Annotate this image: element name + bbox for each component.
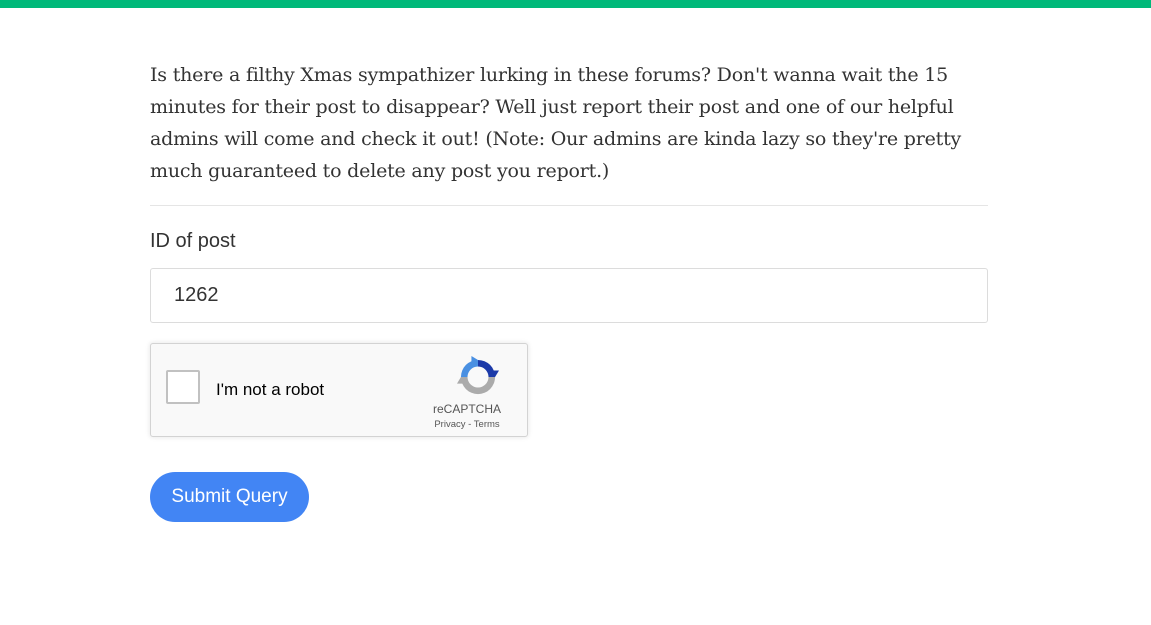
recaptcha-brand: reCAPTCHA [432, 402, 501, 416]
post-id-label: ID of post [150, 230, 236, 252]
intro-text: Is there a filthy Xmas sympathizer lurki… [150, 64, 962, 182]
recaptcha-terms-link[interactable]: Terms [474, 419, 500, 430]
recaptcha-logo-icon [457, 356, 499, 395]
recaptcha-links-separator: - [465, 419, 474, 430]
top-accent-bar [0, 0, 1151, 8]
divider [150, 205, 988, 206]
recaptcha-privacy-link[interactable]: Privacy [434, 419, 465, 430]
recaptcha-label: I'm not a robot [216, 380, 325, 399]
recaptcha-widget: I'm not a robot reCAPTCHA Privacy - Term… [150, 343, 528, 437]
post-id-input[interactable] [150, 268, 988, 323]
recaptcha-links: Privacy - Terms [422, 419, 512, 430]
recaptcha-checkbox[interactable] [166, 370, 200, 404]
submit-query-button[interactable]: Submit Query [150, 472, 309, 522]
